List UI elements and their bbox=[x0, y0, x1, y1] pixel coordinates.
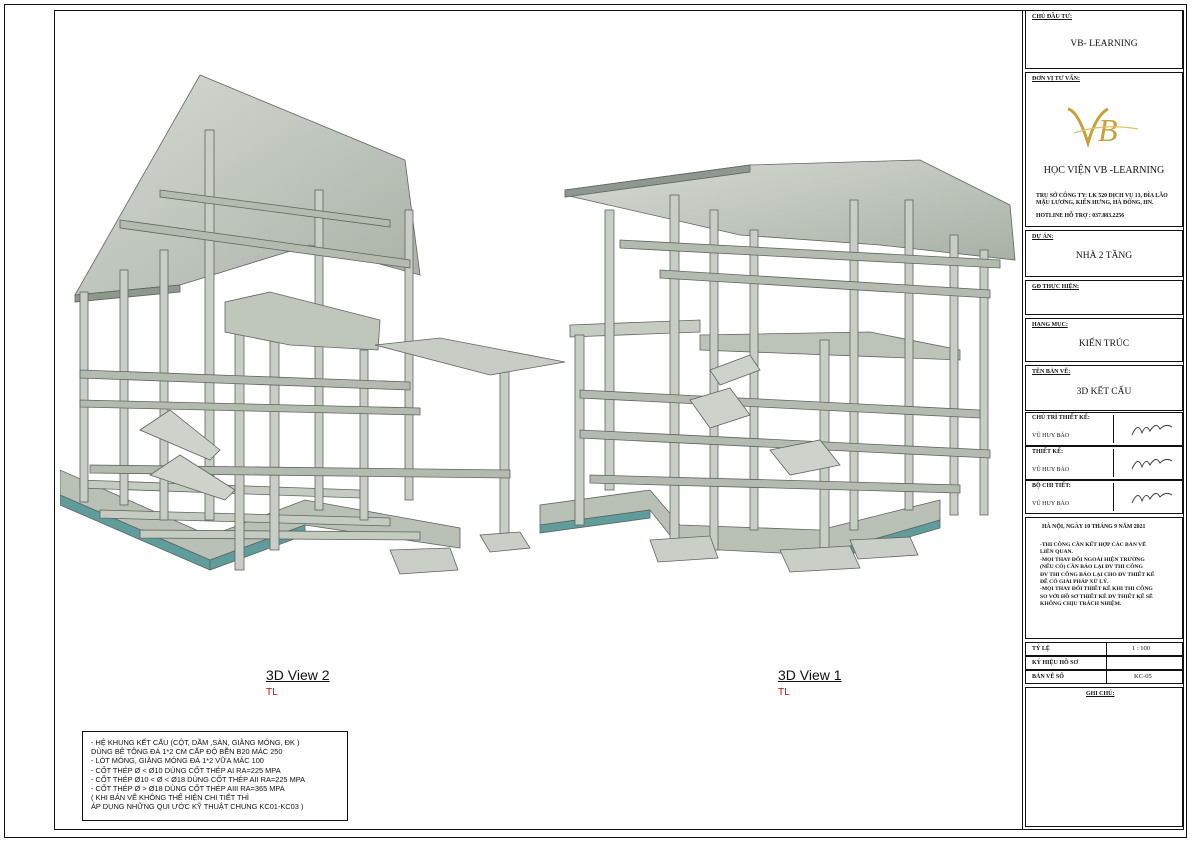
view-1-model bbox=[539, 159, 1016, 573]
designer-name: VŨ HUY BẢO bbox=[1032, 467, 1070, 473]
remarks-cell: HÀ NỘI, NGÀY 10 THÁNG 9 NĂM 2021 -THI CÔ… bbox=[1025, 517, 1183, 639]
consultant-name: HỌC VIỆN VB -LEARNING bbox=[1043, 165, 1165, 176]
remark-line: KHÔNG CHỊU TRÁCH NHIỆM. bbox=[1040, 601, 1122, 608]
project-name: NHÀ 2 TẦNG bbox=[1075, 251, 1133, 261]
note-line: - LÓT MÓNG, GIẰNG MÓNG ĐÁ 1*2 VỮA MÁC 10… bbox=[91, 756, 264, 766]
notes-label: GHI CHÚ: bbox=[1086, 691, 1115, 697]
file-code-label: KÝ HIỆU HỒ SƠ bbox=[1032, 660, 1079, 666]
note-line: - CỐT THÉP Ø10 < Ø < Ø18 DÙNG CỐT THÉP A… bbox=[91, 774, 306, 784]
consultant-cell: ĐƠN VỊ TƯ VẤN: B HỌC VIỆN VB -LEARNING T… bbox=[1025, 72, 1183, 227]
signature-icon bbox=[1131, 424, 1173, 436]
row-divider bbox=[1106, 671, 1107, 683]
title-block: CHỦ ĐẦU TƯ: VB- LEARNING ĐƠN VỊ TƯ VẤN: … bbox=[1022, 10, 1184, 829]
general-notes: - HỆ KHUNG KẾT CẤU (CỘT, DẦM ,SÀN, GIẰNG… bbox=[82, 731, 348, 821]
file-code-row: KÝ HIỆU HỒ SƠ bbox=[1025, 656, 1183, 670]
category-name: KIẾN TRÚC bbox=[1078, 339, 1130, 349]
drawing-name-cell: TÊN BẢN VẼ: 3D KẾT CẤU bbox=[1025, 365, 1183, 411]
hotline: HOTLINE HỖ TRỢ : 037.883.2256 bbox=[1036, 213, 1125, 219]
detailer-name: VŨ HUY BẢO bbox=[1032, 501, 1070, 507]
company-address: TRỤ SỞ CÔNG TY: LK 520 DỊCH VỤ 13, ĐÌA L… bbox=[1036, 193, 1168, 206]
view-1-scale: TL bbox=[778, 687, 790, 698]
sheet-no-value: KC-05 bbox=[1134, 673, 1152, 680]
project-cell: DỰ ÁN: NHÀ 2 TẦNG bbox=[1025, 230, 1183, 277]
notes-cell: GHI CHÚ: bbox=[1025, 687, 1183, 827]
view-2-title: 3D View 2 bbox=[266, 667, 330, 683]
note-line: - CỐT THÉP Ø < Ø10 DÙNG CỐT THÉP AI RA=2… bbox=[91, 765, 281, 775]
drawing-name-label: TÊN BẢN VẼ: bbox=[1032, 369, 1071, 375]
signature-icon bbox=[1131, 458, 1173, 470]
row-divider bbox=[1106, 657, 1107, 669]
scale-value: 1 : 100 bbox=[1132, 645, 1151, 652]
note-line: - HỆ KHUNG KẾT CẤU (CỘT, DẦM ,SÀN, GIẰNG… bbox=[91, 738, 300, 747]
investor-label: CHỦ ĐẦU TƯ: bbox=[1032, 14, 1072, 20]
scale-row: TỶ LỆ 1 : 100 bbox=[1025, 642, 1183, 656]
chief-designer-name: VŨ HUY BẢO bbox=[1032, 433, 1070, 439]
drawing-name: 3D KẾT CẤU bbox=[1076, 387, 1132, 397]
remark-line: ĐV THI CÔNG BÁO LẠI CHO ĐV THIẾT KẾ bbox=[1040, 571, 1155, 578]
designer-cell: THIẾT KẾ: VŨ HUY BẢO bbox=[1025, 446, 1183, 480]
svg-text:B: B bbox=[1098, 112, 1118, 148]
note-line: ÁP DỤNG NHỮNG QUI ƯỚC KỸ THUẬT CHUNG KC0… bbox=[91, 802, 304, 812]
investor-name: VB- LEARNING bbox=[1070, 39, 1138, 49]
chief-designer-cell: CHỦ TRÌ THIẾT KẾ: VŨ HUY BẢO bbox=[1025, 412, 1183, 446]
remark-line: (NẾU CÓ) CẦN BÁO LẠI ĐV THI CÔNG bbox=[1040, 564, 1143, 571]
remark-line: -MỌI THAY ĐỔI THIẾT KẾ KHI THI CÔNG bbox=[1040, 586, 1153, 593]
note-line: - CỐT THÉP Ø > Ø18 DÙNG CỐT THÉP AIII RA… bbox=[91, 784, 285, 794]
view-2-scale: TL bbox=[266, 687, 278, 698]
director-cell: GĐ THỰC HIỆN: bbox=[1025, 280, 1183, 315]
project-label: DỰ ÁN: bbox=[1032, 234, 1054, 240]
structure-3d-views bbox=[60, 74, 1016, 575]
detailer-label: BỘ CHI TIẾT: bbox=[1032, 483, 1071, 489]
remarks-list: -THI CÔNG CẦN KẾT HỢP CÁC BẢN VẼ LIÊN QU… bbox=[1040, 542, 1155, 609]
view-2-model bbox=[60, 74, 566, 575]
chief-designer-label: CHỦ TRÌ THIẾT KẾ: bbox=[1032, 415, 1090, 421]
category-label: HẠNG MỤC: bbox=[1032, 322, 1068, 328]
investor-cell: CHỦ ĐẦU TƯ: VB- LEARNING bbox=[1025, 10, 1183, 69]
designer-label: THIẾT KẾ: bbox=[1032, 449, 1064, 455]
sheet-no-row: BẢN VẼ SỐ KC-05 bbox=[1025, 670, 1183, 684]
row-divider bbox=[1106, 643, 1107, 655]
remark-line: LIÊN QUAN. bbox=[1040, 549, 1073, 556]
scale-label: TỶ LỆ bbox=[1032, 646, 1050, 652]
note-line: DÙNG BÊ TÔNG ĐÁ 1*2 CM CẤP ĐỘ BỀN B20 MÁ… bbox=[91, 747, 283, 757]
detailer-cell: BỘ CHI TIẾT: VŨ HUY BẢO bbox=[1025, 480, 1183, 514]
note-line: ( KHI BẢN VẼ KHÔNG THỂ HIỆN CHI TIẾT THÌ bbox=[91, 793, 249, 803]
category-cell: HẠNG MỤC: KIẾN TRÚC bbox=[1025, 318, 1183, 362]
issue-date: HÀ NỘI, NGÀY 10 THÁNG 9 NĂM 2021 bbox=[1042, 524, 1146, 530]
signature-icon bbox=[1131, 492, 1173, 504]
director-label: GĐ THỰC HIỆN: bbox=[1032, 284, 1080, 290]
view-1-title: 3D View 1 bbox=[778, 667, 842, 683]
consultant-label: ĐƠN VỊ TƯ VẤN: bbox=[1032, 76, 1080, 82]
vb-logo: B bbox=[1067, 107, 1139, 149]
sheet-no-label: BẢN VẼ SỐ bbox=[1032, 674, 1064, 680]
